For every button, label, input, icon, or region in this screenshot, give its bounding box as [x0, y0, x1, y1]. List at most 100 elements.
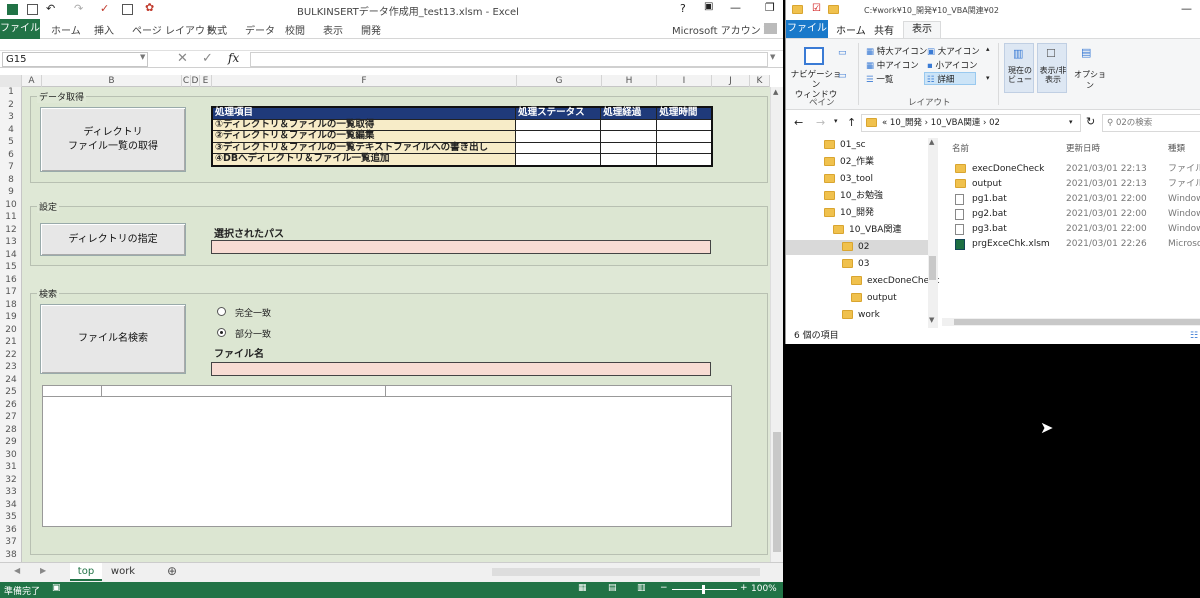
- row-header[interactable]: 25: [0, 387, 22, 397]
- row-header[interactable]: 6: [0, 150, 22, 160]
- row-header[interactable]: 33: [0, 487, 22, 497]
- row-header[interactable]: 10: [0, 200, 22, 210]
- row-header[interactable]: 9: [0, 187, 22, 197]
- tab-home[interactable]: ホーム: [836, 22, 866, 37]
- undo-icon[interactable]: ↶: [46, 2, 55, 15]
- up-icon[interactable]: ↑: [847, 116, 856, 129]
- back-icon[interactable]: ←: [794, 116, 803, 129]
- tab-share[interactable]: 共有: [874, 22, 894, 37]
- nav-tree-item[interactable]: 01_sc: [824, 138, 866, 153]
- zoom-in-icon[interactable]: +: [740, 583, 748, 593]
- process-time-cell[interactable]: [656, 141, 713, 154]
- file-row[interactable]: output 2021/03/01 22:13 ファイル フ: [942, 177, 1200, 192]
- enter-icon[interactable]: ✓: [202, 51, 213, 66]
- expand-formula-icon[interactable]: ▼: [770, 53, 775, 61]
- name-box[interactable]: G15: [2, 52, 148, 67]
- properties-icon[interactable]: ☑: [812, 3, 821, 14]
- column-header[interactable]: B: [42, 75, 182, 87]
- process-time-cell[interactable]: [656, 118, 713, 131]
- cancel-icon[interactable]: ✕: [177, 51, 188, 66]
- row-header[interactable]: 29: [0, 437, 22, 447]
- process-time-cell[interactable]: [656, 153, 713, 166]
- preview-pane-icon[interactable]: ▭: [838, 48, 847, 58]
- nav-tree-item[interactable]: 02: [786, 240, 928, 255]
- nav-tree-item[interactable]: output: [851, 291, 897, 306]
- chevron-down-icon[interactable]: ▼: [140, 53, 145, 61]
- nav-scrollbar[interactable]: ▲ ▼: [928, 138, 938, 328]
- process-progress-cell[interactable]: [600, 153, 658, 166]
- scroll-thumb[interactable]: [773, 432, 781, 552]
- page-break-view-icon[interactable]: ▥: [637, 583, 646, 593]
- row-header[interactable]: 35: [0, 512, 22, 522]
- details-view-icon[interactable]: ☷: [1190, 328, 1198, 344]
- tab-developer[interactable]: 開発: [361, 22, 381, 37]
- column-header[interactable]: G: [517, 75, 602, 87]
- zoom-slider-thumb[interactable]: [702, 585, 705, 594]
- process-status-cell[interactable]: [515, 153, 602, 166]
- restore-icon[interactable]: ❐: [765, 1, 775, 14]
- scroll-down-icon[interactable]: ▼: [929, 316, 934, 324]
- scroll-up-icon[interactable]: ▲: [929, 138, 934, 146]
- row-header[interactable]: 8: [0, 175, 22, 185]
- row-header[interactable]: 20: [0, 325, 22, 335]
- scroll-thumb[interactable]: [954, 319, 1200, 325]
- layout-large-icons[interactable]: ▣ 大アイコン: [927, 45, 980, 57]
- column-header[interactable]: I: [657, 75, 712, 87]
- ribbon-display-icon[interactable]: ▣: [704, 1, 713, 12]
- row-header[interactable]: 30: [0, 450, 22, 460]
- tab-formulas[interactable]: 数式: [207, 22, 227, 37]
- avatar[interactable]: [764, 23, 777, 34]
- next-sheet-icon[interactable]: ▶: [40, 566, 46, 575]
- layout-scroll-up-icon[interactable]: ▴: [986, 45, 990, 53]
- account-label[interactable]: Microsoft アカウント: [672, 22, 771, 37]
- layout-extra-large-icons[interactable]: ▦ 特大アイコン: [866, 45, 927, 57]
- row-header[interactable]: 24: [0, 375, 22, 385]
- current-view-button[interactable]: ▥ 現在の ビュー: [1004, 43, 1034, 93]
- tab-view[interactable]: 表示: [903, 21, 941, 38]
- column-header[interactable]: K: [750, 75, 770, 87]
- tab-review[interactable]: 校閲: [285, 22, 305, 37]
- zoom-level[interactable]: 100%: [751, 584, 777, 594]
- minimize-icon[interactable]: —: [1181, 2, 1192, 15]
- normal-view-icon[interactable]: ▦: [578, 583, 587, 593]
- row-header[interactable]: 37: [0, 537, 22, 547]
- nav-tree-item[interactable]: 10_VBA関連: [833, 223, 901, 238]
- row-header[interactable]: 7: [0, 162, 22, 172]
- recent-icon[interactable]: ▾: [834, 117, 838, 125]
- column-header[interactable]: A: [22, 75, 42, 87]
- row-header[interactable]: 26: [0, 400, 22, 410]
- file-row[interactable]: execDoneCheck 2021/03/01 22:13 ファイル フ: [942, 162, 1200, 177]
- row-header[interactable]: 27: [0, 412, 22, 422]
- show-hide-button[interactable]: ☐ 表示/非 表示: [1037, 43, 1067, 93]
- row-header[interactable]: 2: [0, 100, 22, 110]
- nav-tree-item[interactable]: 10_お勉強: [824, 189, 883, 204]
- search-input[interactable]: ⚲ 02の検索: [1102, 114, 1200, 132]
- tab-insert[interactable]: 挿入: [94, 22, 114, 37]
- column-header[interactable]: J: [712, 75, 750, 87]
- process-status-cell[interactable]: [515, 130, 602, 143]
- layout-medium-icons[interactable]: ▦ 中アイコン: [866, 59, 919, 71]
- search-results-list[interactable]: [42, 385, 732, 527]
- column-header[interactable]: F: [212, 75, 517, 87]
- process-progress-cell[interactable]: [600, 141, 658, 154]
- file-row[interactable]: pg2.bat 2021/03/01 22:00 Window: [942, 207, 1200, 222]
- process-status-cell[interactable]: [515, 118, 602, 131]
- row-header[interactable]: 16: [0, 275, 22, 285]
- nav-tree-item[interactable]: 03_tool: [824, 172, 873, 187]
- row-header[interactable]: 28: [0, 425, 22, 435]
- file-name-search-button[interactable]: ファイル名検索: [40, 304, 186, 374]
- scroll-up-icon[interactable]: ▲: [773, 88, 778, 96]
- zoom-out-icon[interactable]: −: [660, 583, 668, 593]
- file-row[interactable]: pg1.bat 2021/03/01 22:00 Window: [942, 192, 1200, 207]
- nav-tree-item[interactable]: 02_作業: [824, 155, 874, 170]
- row-header[interactable]: 12: [0, 225, 22, 235]
- breadcrumb-overflow-icon[interactable]: «: [882, 118, 890, 128]
- help-icon[interactable]: ?: [680, 2, 686, 15]
- row-header[interactable]: 18: [0, 300, 22, 310]
- list-column-divider[interactable]: [385, 386, 386, 397]
- scroll-thumb[interactable]: [929, 256, 936, 280]
- get-file-list-button[interactable]: ディレクトリ ファイル一覧の取得: [40, 107, 186, 172]
- row-header[interactable]: 34: [0, 500, 22, 510]
- file-list[interactable]: 名前 更新日時 種類 execDoneCheck 2021/03/01 22:13…: [942, 138, 1200, 328]
- tab-view[interactable]: 表示: [323, 22, 343, 37]
